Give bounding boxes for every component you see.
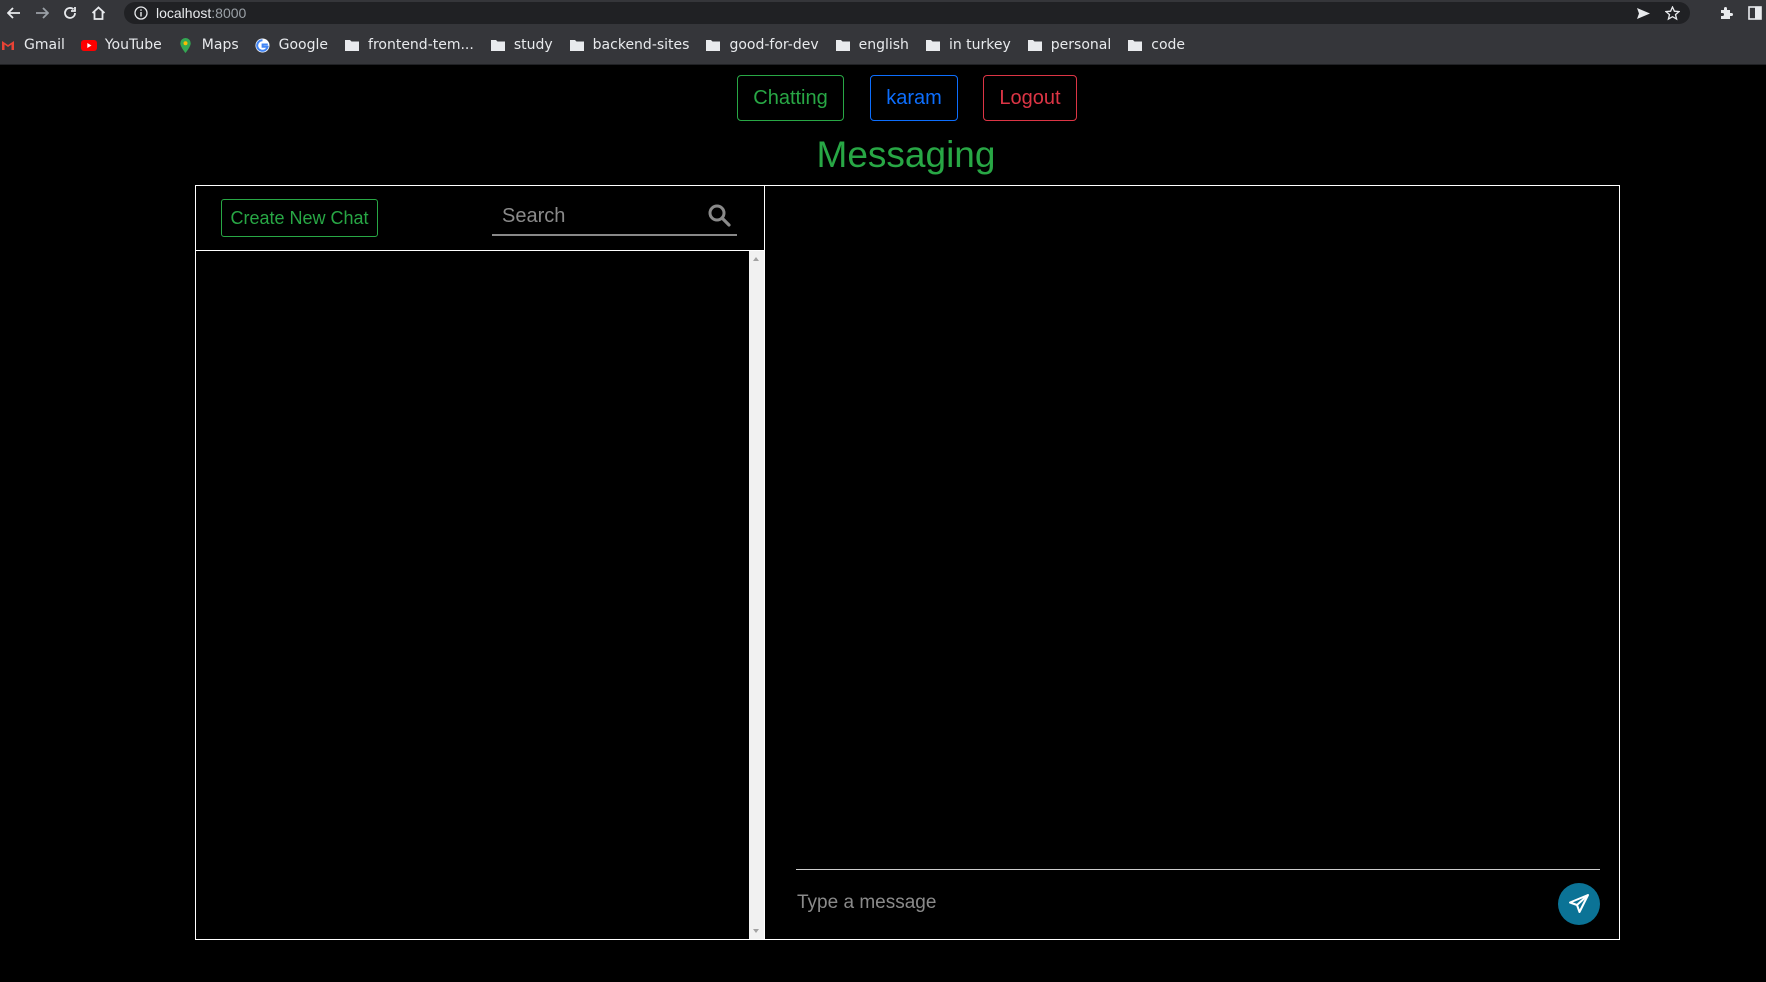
bookmark-study[interactable]: study xyxy=(490,37,553,53)
top-navigation: Chatting karam Logout xyxy=(0,75,1766,123)
site-info-icon[interactable] xyxy=(134,6,148,20)
folder-icon xyxy=(344,37,360,53)
browser-toolbar: localhost:8000 xyxy=(0,0,1766,26)
bookmark-label: code xyxy=(1151,37,1186,53)
maps-icon xyxy=(178,37,194,53)
bookmark-label: english xyxy=(858,37,909,53)
bookmark-star-icon[interactable] xyxy=(1665,5,1680,21)
logout-button[interactable]: Logout xyxy=(983,75,1077,121)
google-icon xyxy=(255,37,271,53)
bookmark-good-for-dev[interactable]: good-for-dev xyxy=(705,37,819,53)
chat-list-scrollbar[interactable] xyxy=(749,251,764,939)
back-icon[interactable] xyxy=(0,0,28,26)
search-box xyxy=(492,196,737,236)
message-input[interactable] xyxy=(795,886,1519,920)
bookmark-english[interactable]: english xyxy=(835,37,909,53)
folder-icon xyxy=(705,37,721,53)
home-icon[interactable] xyxy=(84,0,112,26)
extensions-icon[interactable] xyxy=(1719,6,1734,21)
bookmark-label: frontend-tem... xyxy=(368,37,474,53)
bookmark-label: Gmail xyxy=(24,37,65,53)
chat-window xyxy=(765,186,1619,939)
bookmark-maps[interactable]: Maps xyxy=(178,37,239,53)
youtube-icon xyxy=(80,37,97,53)
bookmark-in-turkey[interactable]: in turkey xyxy=(925,37,1011,53)
messaging-panel: Create New Chat xyxy=(195,185,1620,940)
address-bar[interactable]: localhost:8000 xyxy=(124,2,1690,24)
send-button[interactable] xyxy=(1558,883,1600,925)
page-title: Messaging xyxy=(816,134,996,175)
bookmark-gmail[interactable]: Gmail xyxy=(0,37,65,53)
bookmark-label: study xyxy=(513,37,553,53)
sidebar-header: Create New Chat xyxy=(196,186,764,251)
url-host: localhost xyxy=(156,5,212,21)
folder-icon xyxy=(1027,37,1043,53)
scroll-up-icon[interactable] xyxy=(753,257,759,261)
url-port: :8000 xyxy=(211,5,247,21)
url-text: localhost:8000 xyxy=(156,5,246,21)
scroll-down-icon[interactable] xyxy=(753,929,759,933)
search-input[interactable] xyxy=(500,200,704,232)
side-panel-icon[interactable] xyxy=(1748,6,1762,20)
compose-divider xyxy=(796,869,1600,870)
folder-icon xyxy=(1127,37,1143,53)
folder-icon xyxy=(569,37,585,53)
forward-icon[interactable] xyxy=(28,0,56,26)
folder-icon xyxy=(835,37,851,53)
bookmark-label: Google xyxy=(278,37,329,53)
folder-icon xyxy=(490,37,506,53)
folder-icon xyxy=(925,37,941,53)
bookmark-label: YouTube xyxy=(104,37,162,53)
gmail-icon xyxy=(0,37,16,53)
search-icon[interactable] xyxy=(707,203,731,227)
bookmarks-bar: Gmail YouTube Maps Google frontend-tem... stu… xyxy=(0,26,1766,65)
chat-list xyxy=(196,251,749,939)
bookmark-google[interactable]: Google xyxy=(255,37,328,53)
bookmark-label: Maps xyxy=(201,37,239,53)
user-button[interactable]: karam xyxy=(870,75,958,121)
bookmark-personal[interactable]: personal xyxy=(1027,37,1111,53)
chat-sidebar: Create New Chat xyxy=(196,186,765,939)
bookmark-label: good-for-dev xyxy=(729,37,819,53)
bookmark-backend-sites[interactable]: backend-sites xyxy=(569,37,690,53)
bookmark-code[interactable]: code xyxy=(1127,37,1185,53)
create-new-chat-button[interactable]: Create New Chat xyxy=(221,199,378,237)
chatting-button[interactable]: Chatting xyxy=(737,75,844,121)
reload-icon[interactable] xyxy=(56,0,84,26)
send-tab-icon[interactable] xyxy=(1636,7,1651,20)
bookmark-frontend-tem[interactable]: frontend-tem... xyxy=(344,37,474,53)
bookmark-youtube[interactable]: YouTube xyxy=(80,37,162,53)
bookmark-label: personal xyxy=(1050,37,1112,53)
bookmark-label: in turkey xyxy=(948,37,1011,53)
send-icon xyxy=(1569,894,1589,913)
bookmark-label: backend-sites xyxy=(592,37,690,53)
